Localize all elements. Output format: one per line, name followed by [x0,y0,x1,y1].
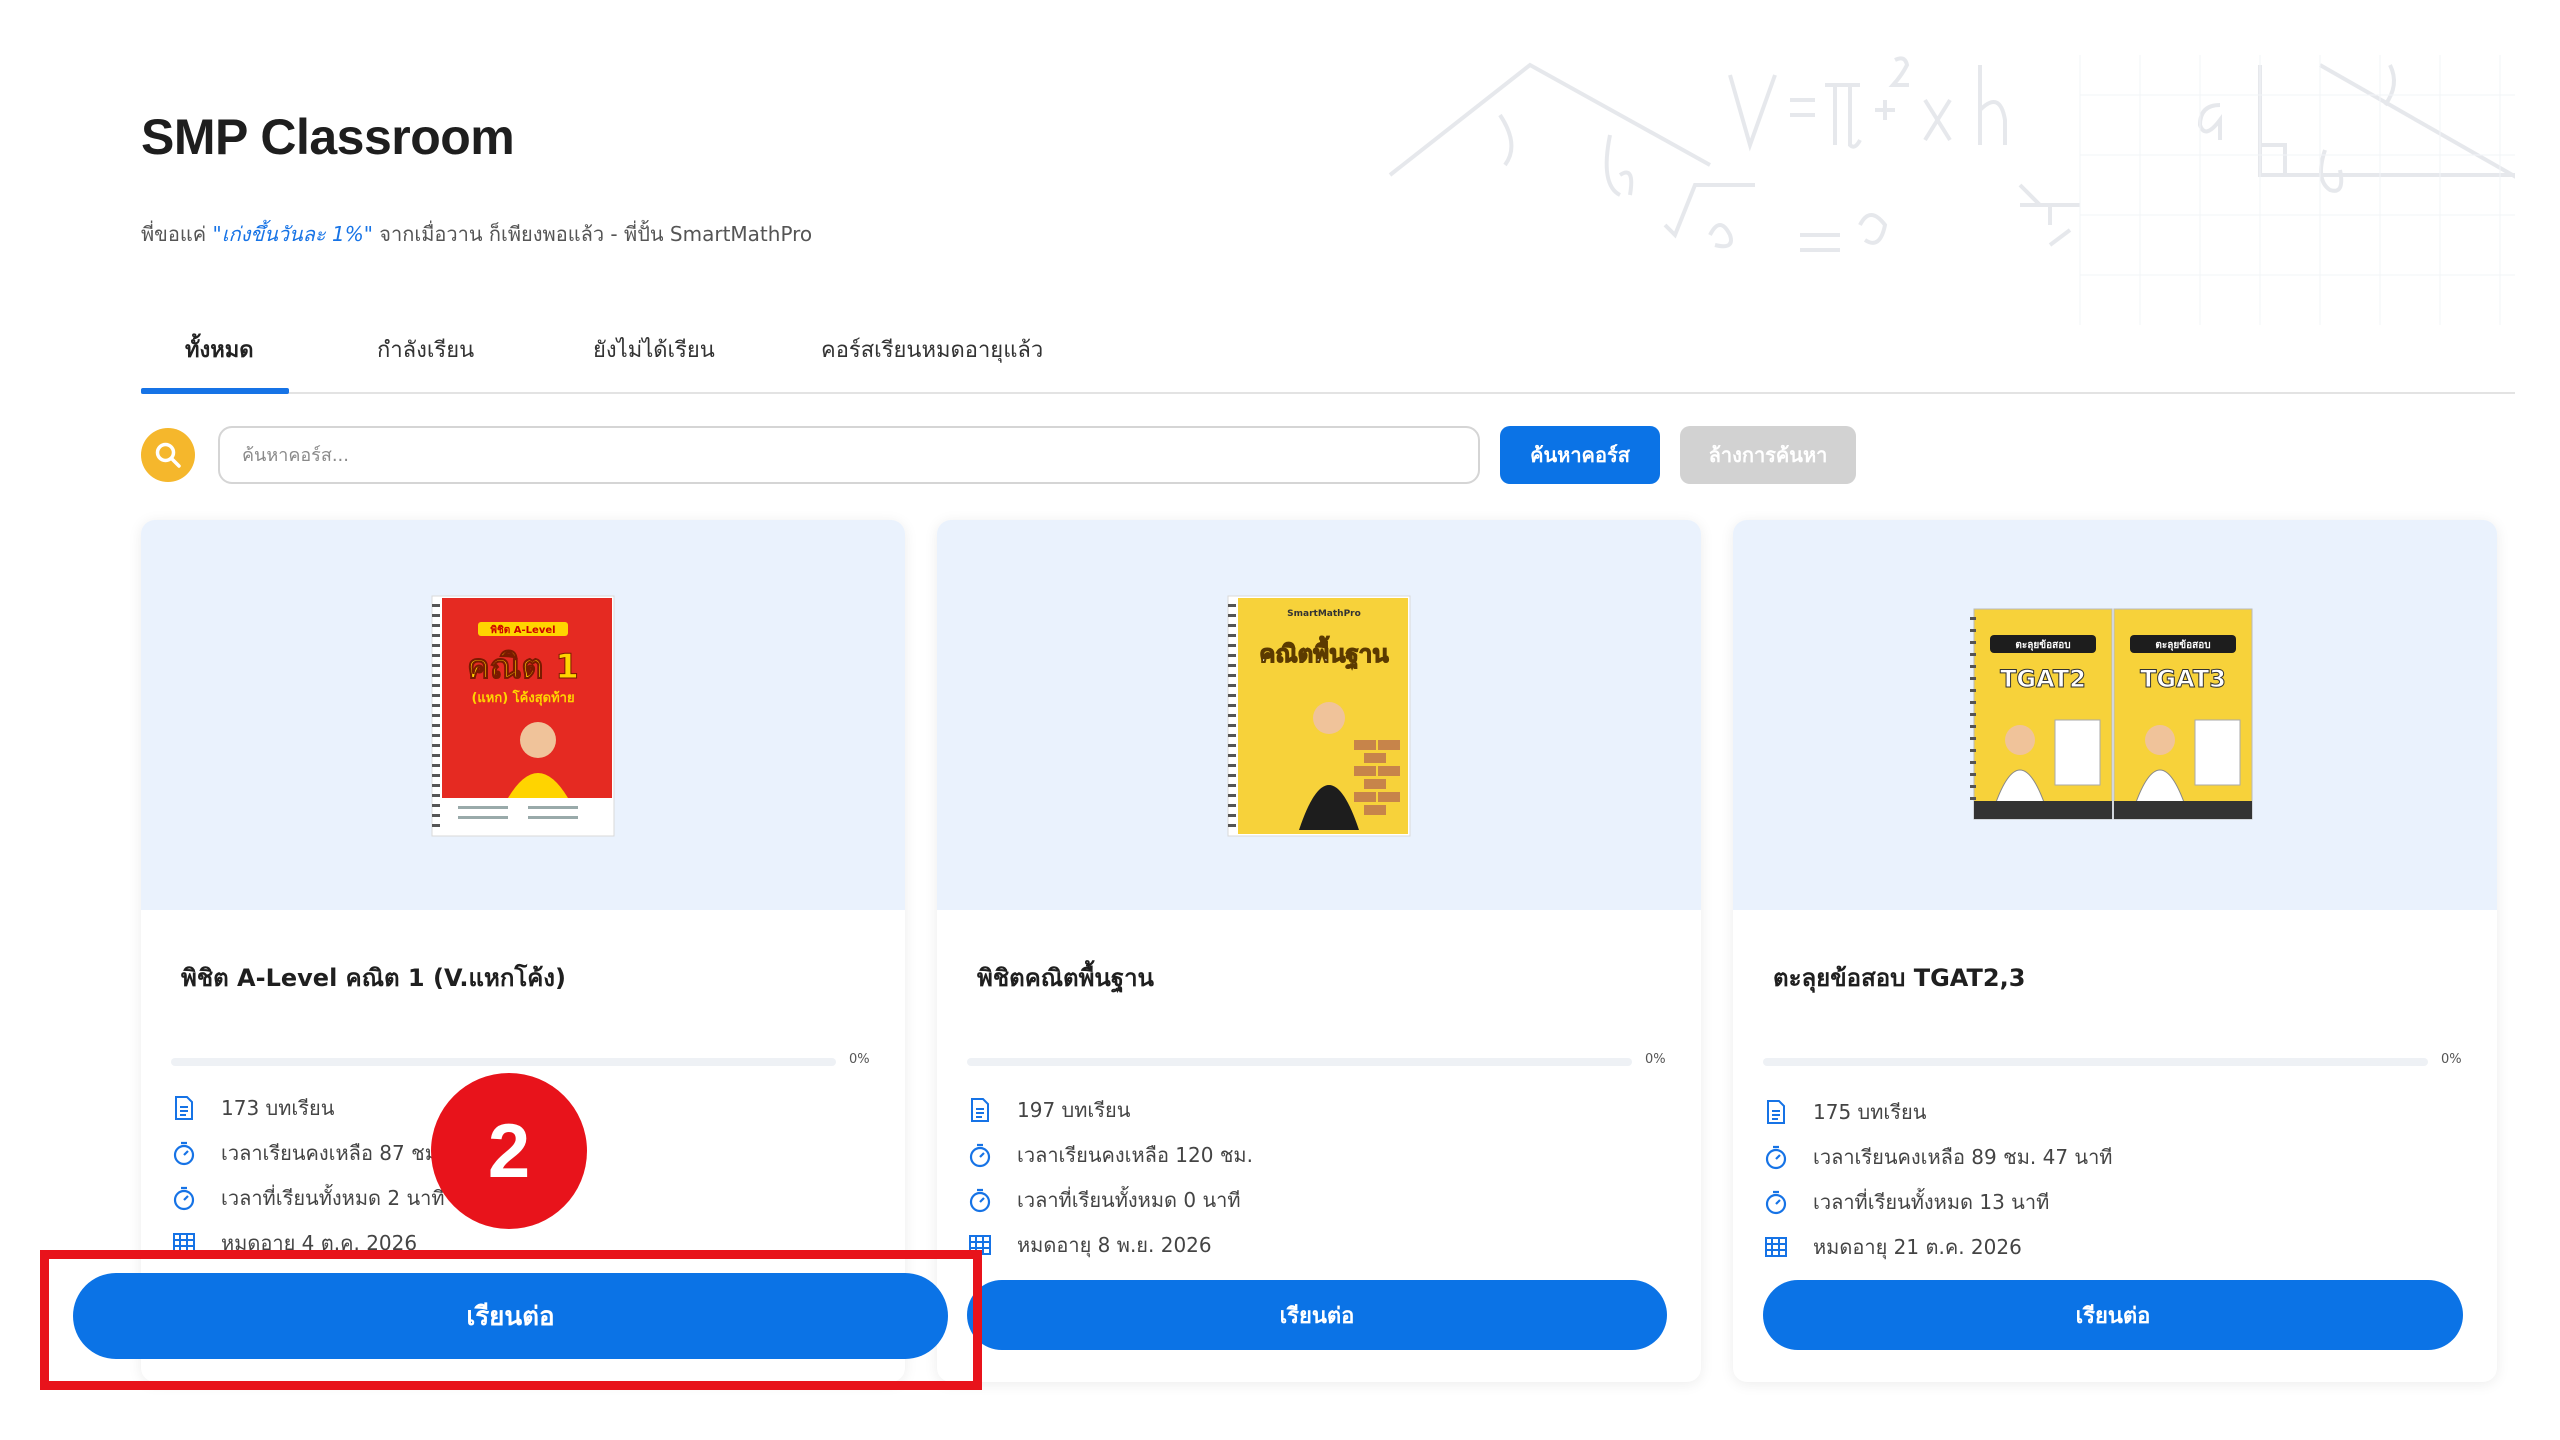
page-subtitle: พี่ขอแค่ "เก่งขึ้นวันละ 1%" จากเมื่อวาน … [141,218,812,250]
search-icon[interactable] [141,428,195,482]
expiry-date-text: หมดอายุ 21 ต.ค. 2026 [1813,1235,2022,1259]
svg-text:พิชิต A-Level: พิชิต A-Level [490,624,555,636]
course-filter-tabs: ทั้งหมด กำลังเรียน ยังไม่ได้เรียน คอร์สเ… [141,320,2515,394]
tab-in-progress[interactable]: กำลังเรียน [377,332,474,367]
course-card: พิชิต A-Level คณิต 1 (แหก) โค้งสุดท้าย พ… [141,520,905,1382]
course-thumbnail: SmartMathPro คณิตพื้นฐาน [937,520,1701,910]
course-title: พิชิตคณิตพื้นฐาน [977,964,1154,992]
time-spent-text: เวลาที่เรียนทั้งหมด 2 นาที [221,1186,445,1210]
time-remaining: เวลาเรียนคงเหลือ 89 ชม. 47 นาที [1763,1141,2112,1173]
stopwatch-icon [1763,1144,1789,1170]
svg-text:ตะลุยข้อสอบ: ตะลุยข้อสอบ [2155,639,2210,651]
stopwatch-icon [171,1140,197,1166]
time-spent: เวลาที่เรียนทั้งหมด 2 นาที [171,1182,445,1214]
tab-not-started[interactable]: ยังไม่ได้เรียน [593,332,715,367]
annotation-step-badge: 2 [431,1073,587,1229]
course-thumbnail: พิชิต A-Level คณิต 1 (แหก) โค้งสุดท้าย [141,520,905,910]
lesson-count-text: 197 บทเรียน [1017,1098,1131,1122]
stopwatch-icon [967,1187,993,1213]
lesson-count: 197 บทเรียน [967,1094,1130,1126]
expiry-date: หมดอายุ 21 ต.ค. 2026 [1763,1231,2022,1263]
continue-learning-button[interactable]: เรียนต่อ [1763,1280,2463,1350]
time-spent: เวลาที่เรียนทั้งหมด 13 นาที [1763,1186,2049,1218]
subtitle-suffix: จากเมื่อวาน ก็เพียงพอแล้ว - พี่ปั้น Smar… [372,222,813,246]
document-icon [1763,1099,1789,1125]
lesson-count: 173 บทเรียน [171,1092,334,1124]
calendar-icon [171,1230,197,1256]
course-progress-bar [967,1058,1632,1066]
svg-text:คณิตพื้นฐาน: คณิตพื้นฐาน [1259,635,1389,670]
course-title: พิชิต A-Level คณิต 1 (V.แหกโค้ง) [181,964,566,992]
svg-text:TGAT3: TGAT3 [2140,665,2226,693]
course-book-cover: พิชิต A-Level คณิต 1 (แหก) โค้งสุดท้าย [431,595,615,837]
subtitle-highlight: "เก่งขึ้นวันละ 1%" [212,222,373,246]
calendar-icon [967,1232,993,1258]
svg-text:ตะลุยข้อสอบ: ตะลุยข้อสอบ [2015,639,2070,651]
svg-text:คณิต 1: คณิต 1 [467,647,579,687]
document-icon [171,1095,197,1121]
active-tab-indicator [141,388,289,394]
expiry-date-text: หมดอายุ 4 ต.ค. 2026 [221,1231,418,1255]
time-remaining-text: เวลาเรียนคงเหลือ 120 ชม. [1017,1143,1253,1167]
time-remaining: เวลาเรียนคงเหลือ 120 ชม. [967,1139,1253,1171]
stopwatch-icon [967,1142,993,1168]
course-progress-percent: 0% [2441,1052,2462,1067]
clear-search-button[interactable]: ล้างการค้นหา [1680,426,1856,484]
lesson-count: 175 บทเรียน [1763,1096,1926,1128]
course-card: ตะลุยข้อสอบ ตะลุยข้อสอบ TGAT2 TGAT3 ตะลุ… [1733,520,2497,1382]
page-title: SMP Classroom [141,109,515,165]
continue-learning-button[interactable]: เรียนต่อ [967,1280,1667,1350]
course-progress-bar [1763,1058,2428,1066]
time-spent-text: เวลาที่เรียนทั้งหมด 0 นาที [1017,1188,1241,1212]
search-course-button[interactable]: ค้นหาคอร์ส [1500,426,1660,484]
time-remaining-text: เวลาเรียนคงเหลือ 89 ชม. 47 นาที [1813,1145,2113,1169]
document-icon [967,1097,993,1123]
svg-text:(แหก) โค้งสุดท้าย: (แหก) โค้งสุดท้าย [471,689,574,706]
lesson-count-text: 173 บทเรียน [221,1096,335,1120]
course-search-input[interactable] [218,426,1480,484]
course-title: ตะลุยข้อสอบ TGAT2,3 [1773,964,2026,992]
calendar-icon [1763,1234,1789,1260]
time-remaining-text: เวลาเรียนคงเหลือ 87 ชม. [221,1141,445,1165]
course-progress-bar [171,1058,836,1066]
svg-text:SmartMathPro: SmartMathPro [1287,609,1361,619]
svg-text:TGAT2: TGAT2 [2000,665,2086,693]
tab-all[interactable]: ทั้งหมด [185,332,254,367]
course-progress-percent: 0% [1645,1052,1666,1067]
stopwatch-icon [171,1185,197,1211]
lesson-count-text: 175 บทเรียน [1813,1100,1927,1124]
continue-learning-button-highlighted[interactable]: เรียนต่อ [73,1273,948,1359]
course-progress-percent: 0% [849,1052,870,1067]
expiry-date: หมดอายุ 4 ต.ค. 2026 [171,1227,417,1259]
time-spent: เวลาที่เรียนทั้งหมด 0 นาที [967,1184,1241,1216]
course-book-cover: SmartMathPro คณิตพื้นฐาน [1227,595,1411,837]
course-thumbnail: ตะลุยข้อสอบ ตะลุยข้อสอบ TGAT2 TGAT3 [1733,520,2497,910]
expiry-date: หมดอายุ 8 พ.ย. 2026 [967,1229,1212,1261]
tab-expired[interactable]: คอร์สเรียนหมดอายุแล้ว [821,332,1043,367]
time-spent-text: เวลาที่เรียนทั้งหมด 13 นาที [1813,1190,2050,1214]
math-background-illustration [1388,55,2515,325]
course-card: SmartMathPro คณิตพื้นฐาน พิชิตคณิตพื้นฐา… [937,520,1701,1382]
subtitle-prefix: พี่ขอแค่ [141,222,213,246]
stopwatch-icon [1763,1189,1789,1215]
time-remaining: เวลาเรียนคงเหลือ 87 ชม. [171,1137,444,1169]
course-book-cover: ตะลุยข้อสอบ ตะลุยข้อสอบ TGAT2 TGAT3 [1970,608,2253,820]
expiry-date-text: หมดอายุ 8 พ.ย. 2026 [1017,1233,1212,1257]
